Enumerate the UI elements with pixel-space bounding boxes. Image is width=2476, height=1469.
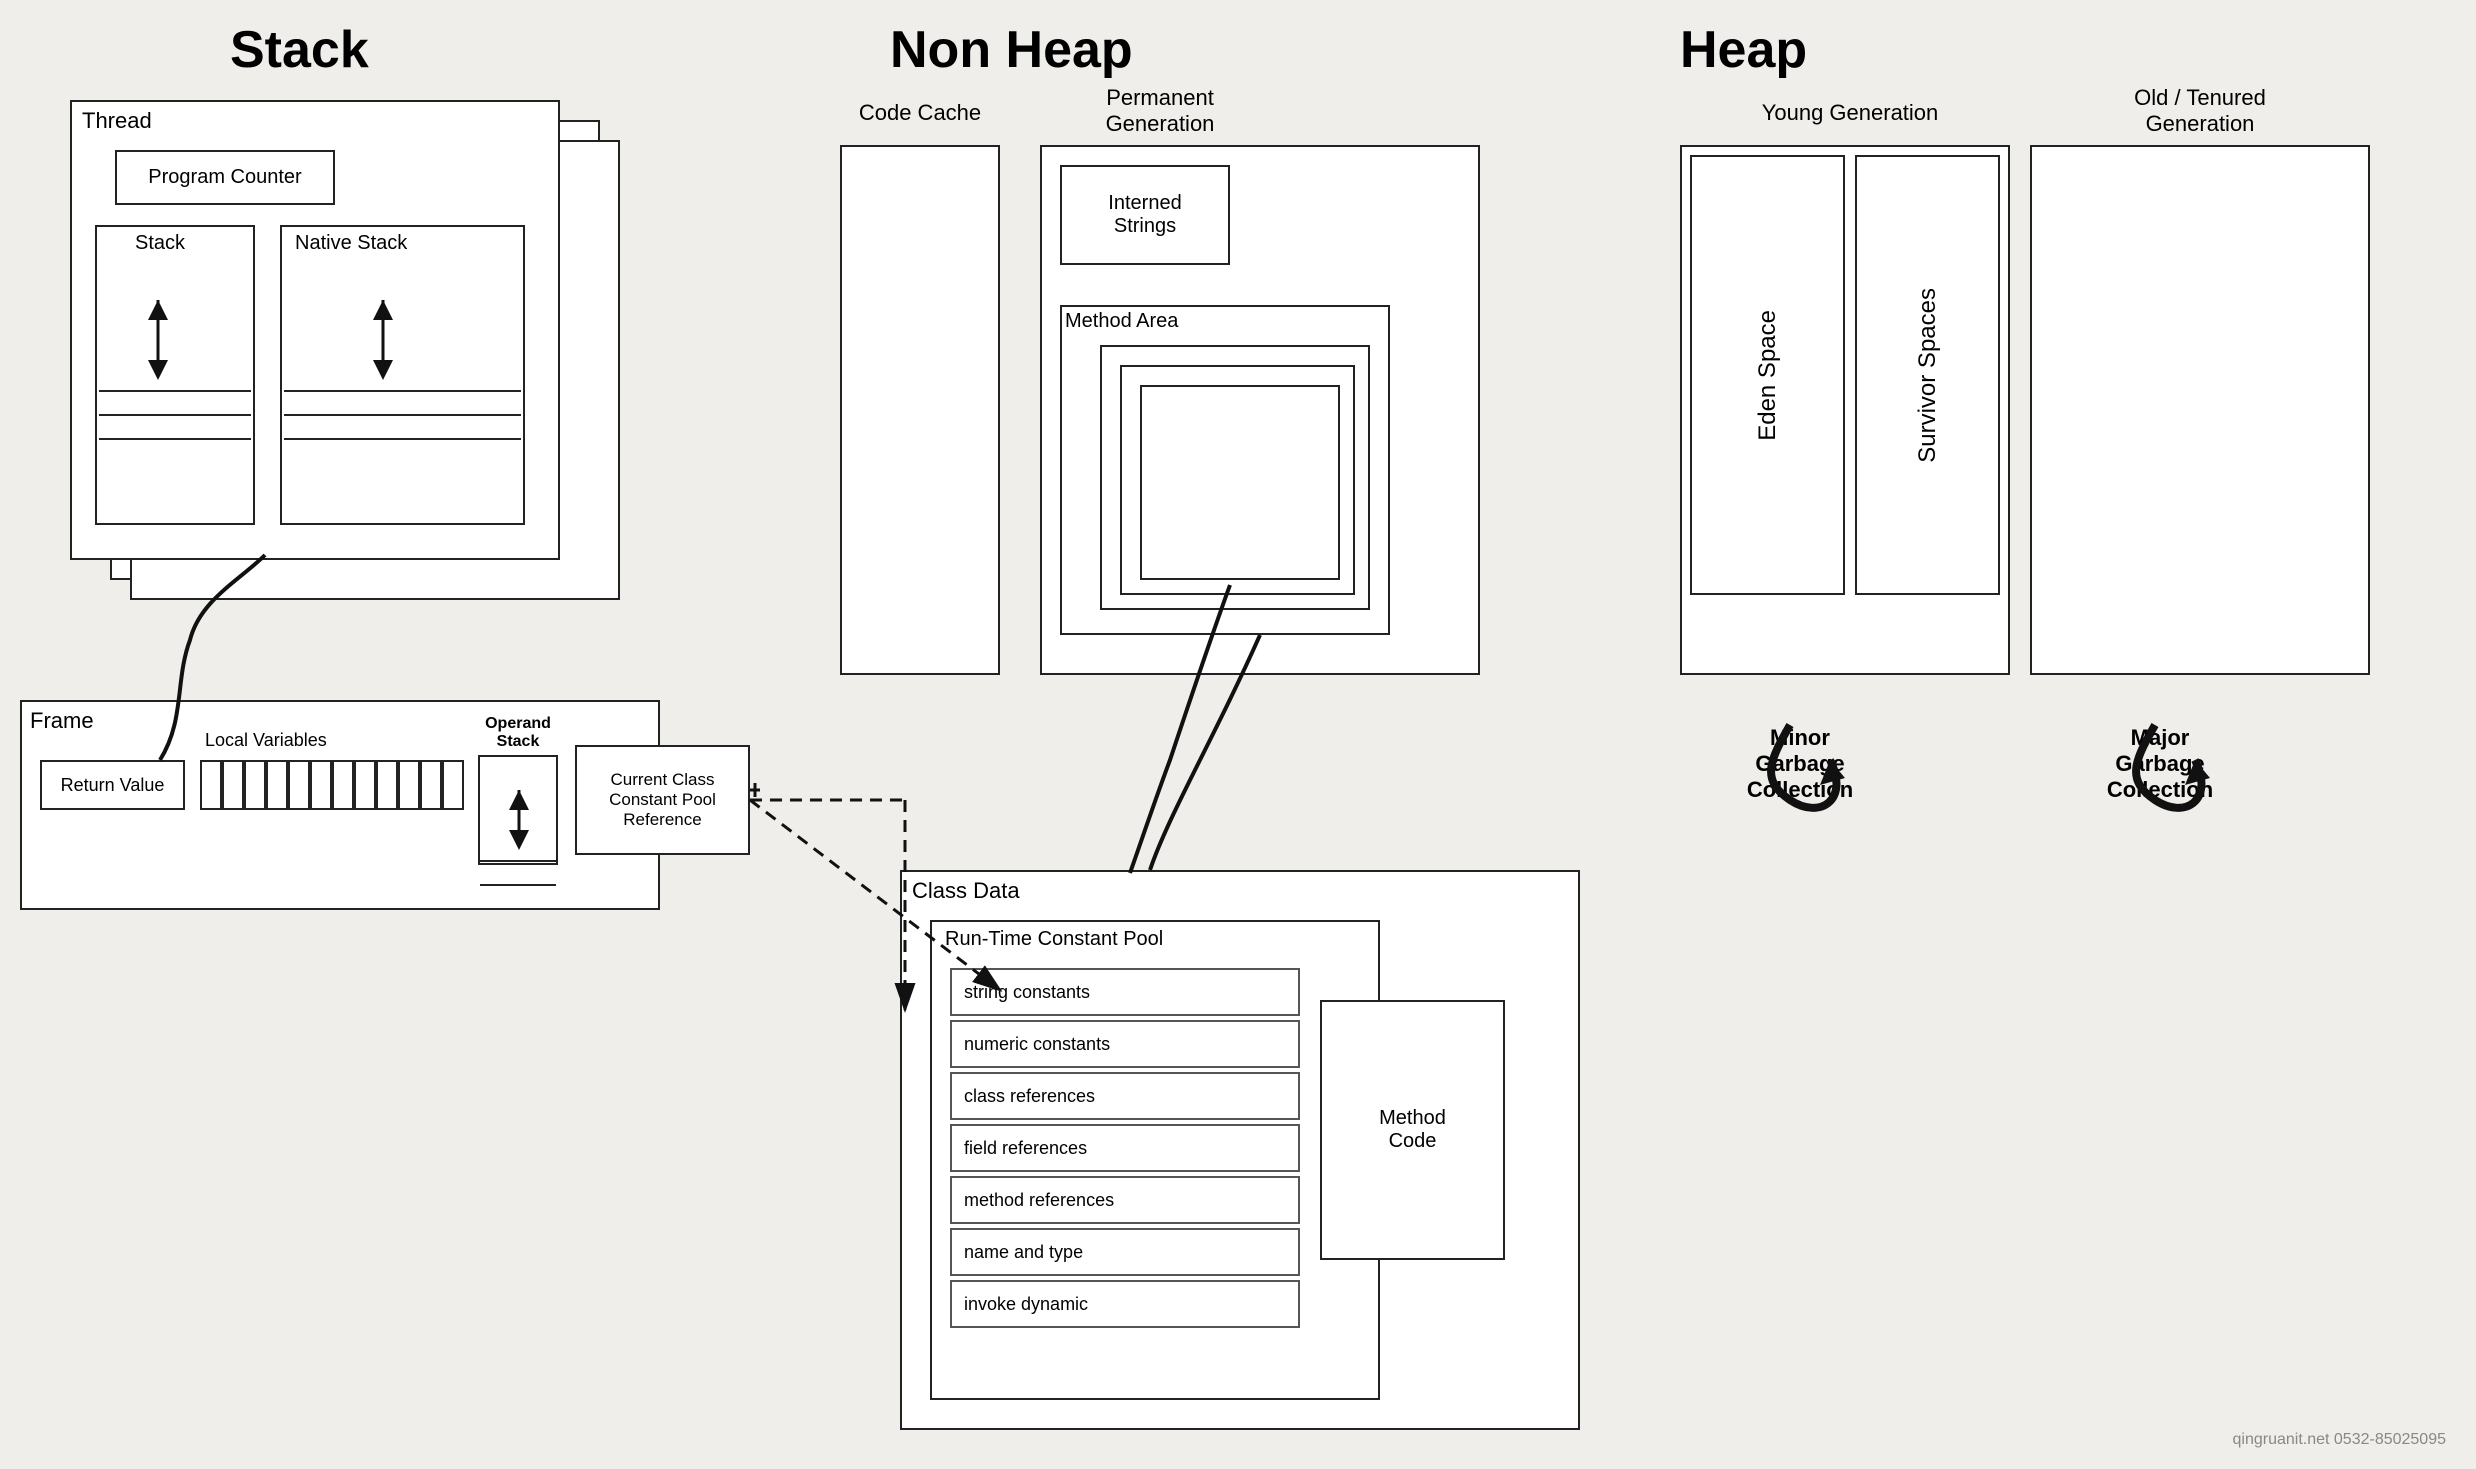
native-lines bbox=[284, 390, 521, 462]
code-cache-label: Code Cache bbox=[840, 100, 1000, 126]
perm-gen-label: PermanentGeneration bbox=[1060, 85, 1260, 137]
program-counter-box: Program Counter bbox=[115, 150, 335, 205]
frame-label: Frame bbox=[30, 708, 94, 734]
interned-strings-label: InternedStrings bbox=[1108, 192, 1181, 238]
stack-inner-box bbox=[95, 225, 255, 525]
cp-item-numeric-constants: numeric constants bbox=[950, 1020, 1300, 1068]
cp-item-field-references: field references bbox=[950, 1124, 1300, 1172]
native-stack-box bbox=[280, 225, 525, 525]
old-gen-box bbox=[2030, 145, 2370, 675]
stack-title: Stack bbox=[230, 20, 369, 80]
young-gen-label: Young Generation bbox=[1700, 100, 2000, 126]
return-value-box: Return Value bbox=[40, 760, 185, 810]
eden-space-label: Eden Space bbox=[1754, 310, 1782, 441]
class-data-label: Class Data bbox=[912, 878, 1020, 904]
local-vars-label: Local Variables bbox=[205, 730, 327, 751]
operand-stack-label: OperandStack bbox=[478, 715, 558, 751]
cp-item-invoke-dynamic: invoke dynamic bbox=[950, 1280, 1300, 1328]
survivor-spaces-box: Survivor Spaces bbox=[1855, 155, 2000, 595]
local-vars-grid bbox=[200, 760, 464, 810]
method-area-inner-3 bbox=[1140, 385, 1340, 580]
rtcp-label: Run-Time Constant Pool bbox=[945, 928, 1163, 951]
stack-inner-label: Stack bbox=[135, 232, 185, 255]
ccpr-label: Current ClassConstant PoolReference bbox=[609, 770, 716, 830]
method-code-label: MethodCode bbox=[1379, 1107, 1446, 1153]
old-gen-label: Old / TenuredGeneration bbox=[2055, 85, 2345, 137]
major-gc-area: MajorGarbageCollection bbox=[2060, 720, 2260, 803]
cp-item-name-and-type: name and type bbox=[950, 1228, 1300, 1276]
method-code-box: MethodCode bbox=[1320, 1000, 1505, 1260]
cp-item-method-references: method references bbox=[950, 1176, 1300, 1224]
heap-title: Heap bbox=[1680, 20, 1807, 80]
operand-hlines bbox=[480, 840, 556, 908]
major-gc-label: MajorGarbageCollection bbox=[2060, 725, 2260, 803]
ccpr-box: Current ClassConstant PoolReference bbox=[575, 745, 750, 855]
minor-gc-label: MinorGarbageCollection bbox=[1700, 725, 1900, 803]
native-stack-label: Native Stack bbox=[295, 232, 407, 255]
cp-item-string-constants: string constants bbox=[950, 968, 1300, 1016]
interned-strings-box: InternedStrings bbox=[1060, 165, 1230, 265]
survivor-spaces-label: Survivor Spaces bbox=[1914, 288, 1942, 463]
stack-lines bbox=[99, 390, 251, 462]
thread-label: Thread bbox=[82, 108, 152, 134]
nonheap-title: Non Heap bbox=[890, 20, 1133, 80]
cp-item-class-references: class references bbox=[950, 1072, 1300, 1120]
code-cache-box bbox=[840, 145, 1000, 675]
minor-gc-area: MinorGarbageCollection bbox=[1700, 720, 1900, 803]
eden-space-box: Eden Space bbox=[1690, 155, 1845, 595]
method-area-label: Method Area bbox=[1065, 310, 1178, 333]
watermark: qingruanit.net 0532-85025095 bbox=[2232, 1431, 2446, 1449]
